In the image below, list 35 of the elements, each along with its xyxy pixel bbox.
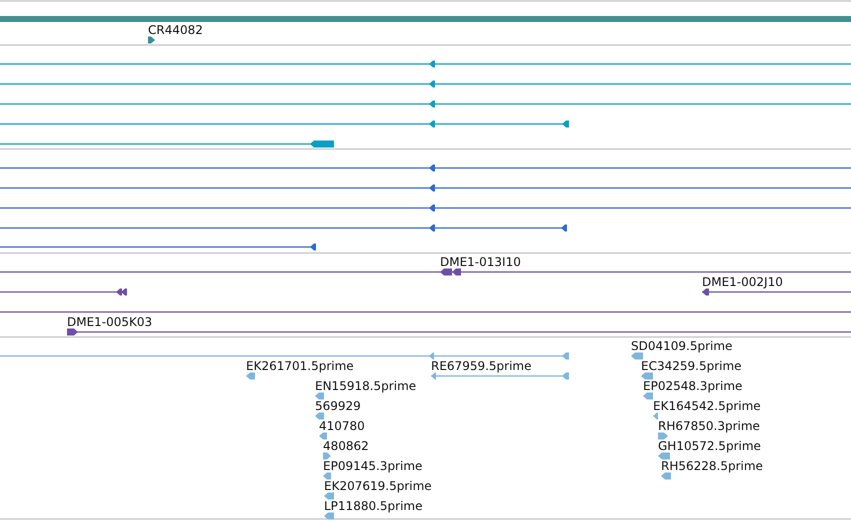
feature-label: DME1-013I10 (440, 255, 521, 269)
feature-label: EP02548.3prime (643, 379, 742, 393)
sequence-feature[interactable] (0, 244, 316, 250)
feature-label: EK261701.5prime (246, 359, 354, 373)
sequence-feature[interactable] (148, 36, 155, 44)
sequence-feature[interactable] (0, 204, 851, 212)
feature-label: 569929 (315, 399, 361, 413)
sequence-feature[interactable] (0, 184, 851, 192)
sequence-feature[interactable] (0, 100, 851, 108)
feature-label: CR44082 (148, 23, 203, 37)
sequence-feature[interactable] (0, 140, 334, 148)
feature-label: 410780 (319, 419, 365, 433)
feature-label: LP11880.5prime (324, 499, 423, 513)
feature-label: DME1-002J10 (702, 275, 783, 289)
sequence-feature[interactable] (0, 224, 567, 232)
feature-label: EK207619.5prime (324, 479, 432, 493)
feature-label: RH56228.5prime (661, 459, 763, 473)
feature-label: EP09145.3prime (323, 459, 422, 473)
sequence-feature[interactable] (67, 328, 851, 336)
feature-label: SD04109.5prime (631, 339, 732, 353)
sequence-feature[interactable] (0, 288, 127, 296)
feature-label: EC34259.5prime (641, 359, 742, 373)
sequence-feature[interactable] (0, 164, 851, 172)
sequence-feature[interactable] (702, 288, 851, 296)
feature-label: EN15918.5prime (315, 379, 416, 393)
sequence-feature[interactable] (0, 80, 851, 88)
feature-label: RH67850.3prime (658, 419, 760, 433)
feature-label: EK164542.5prime (653, 399, 761, 413)
feature-label: RE67959.5prime (431, 359, 532, 373)
sequence-feature[interactable] (0, 120, 569, 128)
feature-label: 480862 (323, 439, 369, 453)
sequence-feature[interactable] (0, 268, 851, 276)
feature-label: DME1-005K03 (67, 315, 152, 329)
sequence-feature[interactable] (0, 60, 851, 68)
feature-label: GH10572.5prime (658, 439, 761, 453)
